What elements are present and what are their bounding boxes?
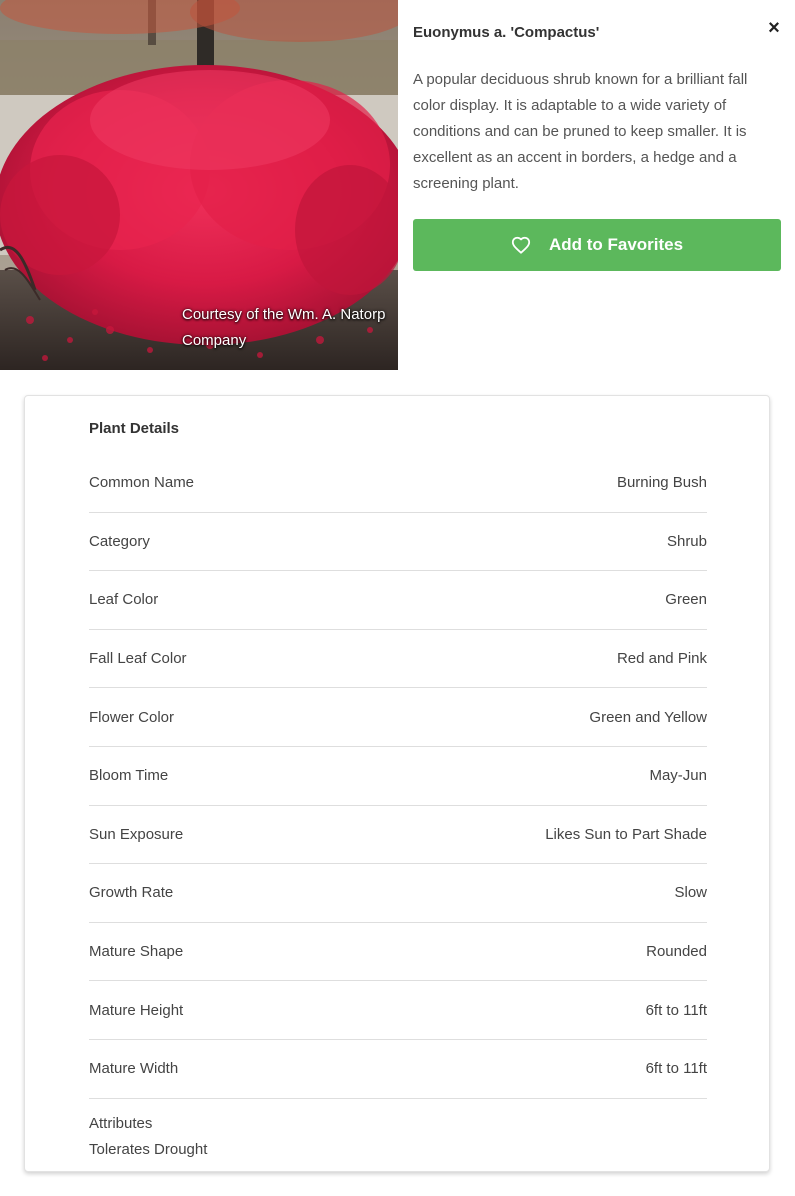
heart-outline-icon [511, 236, 531, 254]
detail-label: Sun Exposure [89, 825, 184, 843]
detail-value: Likes Sun to Part Shade [545, 825, 707, 843]
detail-value: May-Jun [649, 767, 707, 785]
detail-value: Green and Yellow [589, 708, 707, 726]
plant-details-card: Plant Details Common Name Burning Bush C… [24, 395, 770, 1172]
plant-title: Euonymus a. 'Compactus' [413, 24, 600, 41]
detail-value: Shrub [666, 532, 707, 550]
detail-row-leaf-color: Leaf Color Green [89, 571, 707, 630]
detail-label: Mature Shape [89, 943, 184, 961]
detail-row-fall-leaf-color: Fall Leaf Color Red and Pink [89, 630, 707, 689]
detail-value: Green [665, 591, 707, 609]
attributes-label: Attributes [89, 1114, 153, 1132]
detail-label: Leaf Color [89, 591, 159, 609]
detail-label: Mature Width [89, 1060, 179, 1078]
detail-row-flower-color: Flower Color Green and Yellow [89, 688, 707, 747]
close-button[interactable]: × [765, 16, 783, 40]
detail-row-mature-height: Mature Height 6ft to 11ft [89, 981, 707, 1040]
detail-label: Bloom Time [89, 767, 169, 785]
plant-detail-page: Courtesy of the Wm. A. Natorp Company Eu… [0, 0, 795, 1196]
add-to-favorites-button[interactable]: Add to Favorites [413, 219, 781, 271]
attributes-section: Attributes Tolerates Drought [89, 1099, 707, 1163]
detail-value: Rounded [646, 943, 707, 961]
detail-value: 6ft to 11ft [645, 1060, 707, 1078]
detail-value: Slow [674, 884, 707, 902]
detail-row-mature-width: Mature Width 6ft to 11ft [89, 1040, 707, 1099]
detail-label: Mature Height [89, 1001, 184, 1019]
detail-row-sun-exposure: Sun Exposure Likes Sun to Part Shade [89, 806, 707, 865]
detail-label: Common Name [89, 474, 195, 492]
detail-label: Flower Color [89, 708, 175, 726]
plant-description: A popular deciduous shrub known for a br… [413, 71, 748, 192]
detail-label: Growth Rate [89, 884, 174, 902]
detail-label: Fall Leaf Color [89, 650, 187, 668]
plant-photo: Courtesy of the Wm. A. Natorp Company [0, 0, 398, 370]
add-to-favorites-label: Add to Favorites [548, 235, 684, 254]
detail-row-category: Category Shrub [89, 513, 707, 572]
detail-row-mature-shape: Mature Shape Rounded [89, 923, 707, 982]
detail-row-bloom-time: Bloom Time May-Jun [89, 747, 707, 806]
detail-value: Burning Bush [616, 474, 707, 492]
close-icon: × [768, 17, 780, 39]
detail-value: 6ft to 11ft [645, 1001, 707, 1019]
photo-credit: Courtesy of the Wm. A. Natorp Company [182, 306, 386, 349]
detail-row-common-name: Common Name Burning Bush [89, 454, 707, 513]
plant-details-title: Plant Details [89, 420, 180, 437]
detail-row-growth-rate: Growth Rate Slow [89, 864, 707, 923]
attribute-item: Tolerates Drought [89, 1140, 208, 1158]
detail-label: Category [89, 532, 150, 550]
plant-details-list: Common Name Burning Bush Category Shrub … [89, 454, 707, 1163]
detail-value: Red and Pink [616, 650, 707, 668]
